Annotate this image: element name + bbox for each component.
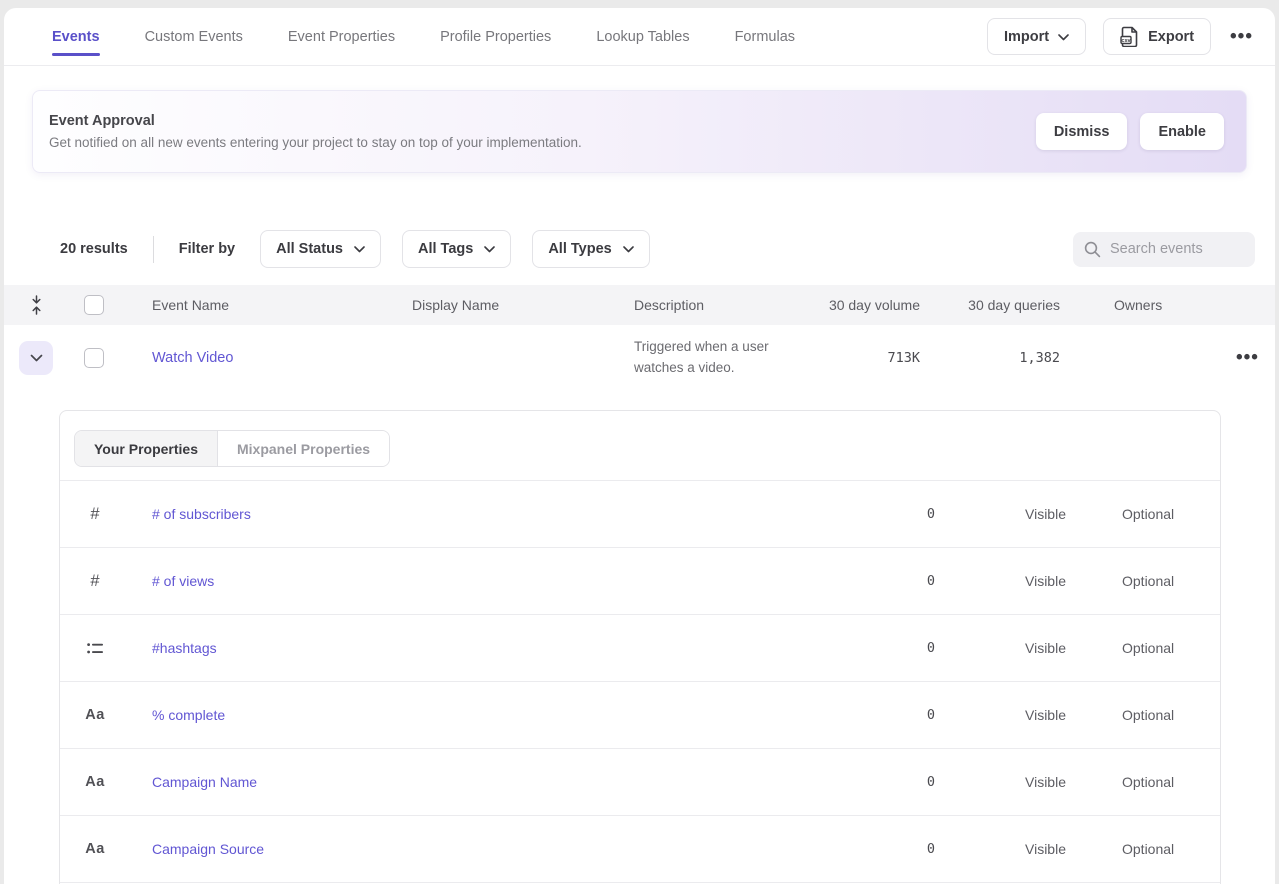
property-queries: 0 [795,573,1025,589]
status-filter-dropdown[interactable]: All Status [260,230,381,268]
chevron-down-icon [1058,29,1069,45]
collapse-row-chevron-icon[interactable] [19,341,53,375]
header-event-name: Event Name [124,297,402,313]
property-queries: 0 [795,707,1025,723]
property-name-link[interactable]: # of views [130,573,795,589]
dismiss-button[interactable]: Dismiss [1036,113,1128,150]
search-box[interactable] [1073,232,1255,267]
text-type-icon: Aa [85,774,105,790]
property-requirement: Optional [1122,707,1220,723]
banner-description: Get notified on all new events entering … [49,135,582,150]
chevron-down-icon [354,241,365,257]
property-visibility: Visible [1025,506,1122,522]
filter-toolbar: 20 results Filter by All Status All Tags… [60,230,1255,268]
property-requirement: Optional [1122,774,1220,790]
enable-button[interactable]: Enable [1140,113,1224,150]
collapse-all-icon[interactable] [30,295,43,315]
property-visibility: Visible [1025,841,1122,857]
text-type-icon: Aa [85,841,105,857]
top-tab-bar: Events Custom Events Event Properties Pr… [4,8,1275,66]
header-display-name: Display Name [402,297,624,313]
row-more-menu-icon[interactable]: ••• [1224,348,1261,367]
property-visibility: Visible [1025,707,1122,723]
properties-panel: Your Properties Mixpanel Properties # # … [59,410,1221,884]
text-type-icon: Aa [85,707,105,723]
tab-profile-properties[interactable]: Profile Properties [440,8,551,65]
event-approval-banner: Event Approval Get notified on all new e… [32,90,1247,173]
property-row: Aa Campaign Source 0 Visible Optional [60,816,1220,883]
svg-text:csv: csv [1121,38,1131,44]
export-button-label: Export [1148,29,1194,45]
tabbar-actions: Import csv Export ••• [987,18,1255,55]
property-name-link[interactable]: Campaign Name [130,774,795,790]
banner-text: Event Approval Get notified on all new e… [49,113,582,150]
tab-lookup-tables[interactable]: Lookup Tables [596,8,689,65]
select-all-checkbox[interactable] [84,295,104,315]
property-name-link[interactable]: % complete [130,707,795,723]
header-description: Description [624,297,816,313]
property-row: # # of subscribers 0 Visible Optional [60,481,1220,548]
property-visibility: Visible [1025,774,1122,790]
banner-actions: Dismiss Enable [1036,113,1224,150]
search-input[interactable] [1110,241,1244,257]
filter-by-label: Filter by [179,241,235,257]
banner-title: Event Approval [49,113,582,129]
chevron-down-icon [484,241,495,257]
property-queries: 0 [795,841,1025,857]
events-table-header: Event Name Display Name Description 30 d… [4,285,1275,325]
property-requirement: Optional [1122,506,1220,522]
tab-formulas[interactable]: Formulas [735,8,795,65]
property-row: Aa Campaign Name 0 Visible Optional [60,749,1220,816]
property-queries: 0 [795,774,1025,790]
import-button[interactable]: Import [987,18,1086,55]
property-name-link[interactable]: # of subscribers [130,506,795,522]
divider [153,236,154,263]
import-button-label: Import [1004,29,1049,45]
property-visibility: Visible [1025,640,1122,656]
tags-filter-dropdown[interactable]: All Tags [402,230,511,268]
status-filter-label: All Status [276,241,343,257]
property-queries: 0 [795,640,1025,656]
property-row: Aa % complete 0 Visible Optional [60,682,1220,749]
header-queries: 30 day queries [924,297,1064,313]
number-type-icon: # [90,505,99,524]
tags-filter-label: All Tags [418,241,473,257]
property-visibility: Visible [1025,573,1122,589]
property-requirement: Optional [1122,640,1220,656]
event-name-link[interactable]: Watch Video [152,350,233,366]
header-volume: 30 day volume [816,297,924,313]
chevron-down-icon [623,241,634,257]
property-row: # # of views 0 Visible Optional [60,548,1220,615]
number-type-icon: # [90,572,99,591]
property-queries: 0 [795,506,1025,522]
properties-tabs: Your Properties Mixpanel Properties [60,411,1220,467]
results-count: 20 results [60,241,128,257]
more-menu-icon[interactable]: ••• [1228,27,1255,46]
export-button[interactable]: csv Export [1103,18,1211,55]
tab-your-properties[interactable]: Your Properties [75,431,218,466]
event-description: Triggered when a user watches a video. [624,327,816,389]
list-type-icon [87,642,103,655]
csv-file-icon: csv [1120,26,1139,47]
property-row: #hashtags 0 Visible Optional [60,615,1220,682]
tab-custom-events[interactable]: Custom Events [145,8,243,65]
property-name-link[interactable]: #hashtags [130,640,795,656]
lexicon-page: Events Custom Events Event Properties Pr… [4,8,1275,884]
property-requirement: Optional [1122,573,1220,589]
types-filter-label: All Types [548,241,611,257]
tab-events[interactable]: Events [52,8,100,65]
event-row-watch-video: Watch Video Triggered when a user watche… [4,325,1275,390]
row-checkbox[interactable] [84,348,104,368]
header-owners: Owners [1064,297,1224,313]
property-name-link[interactable]: Campaign Source [130,841,795,857]
tab-event-properties[interactable]: Event Properties [288,8,395,65]
types-filter-dropdown[interactable]: All Types [532,230,649,268]
property-requirement: Optional [1122,841,1220,857]
event-queries: 1,382 [924,350,1064,366]
tab-mixpanel-properties[interactable]: Mixpanel Properties [218,431,389,466]
search-icon [1084,241,1101,258]
event-volume: 713K [816,350,924,366]
